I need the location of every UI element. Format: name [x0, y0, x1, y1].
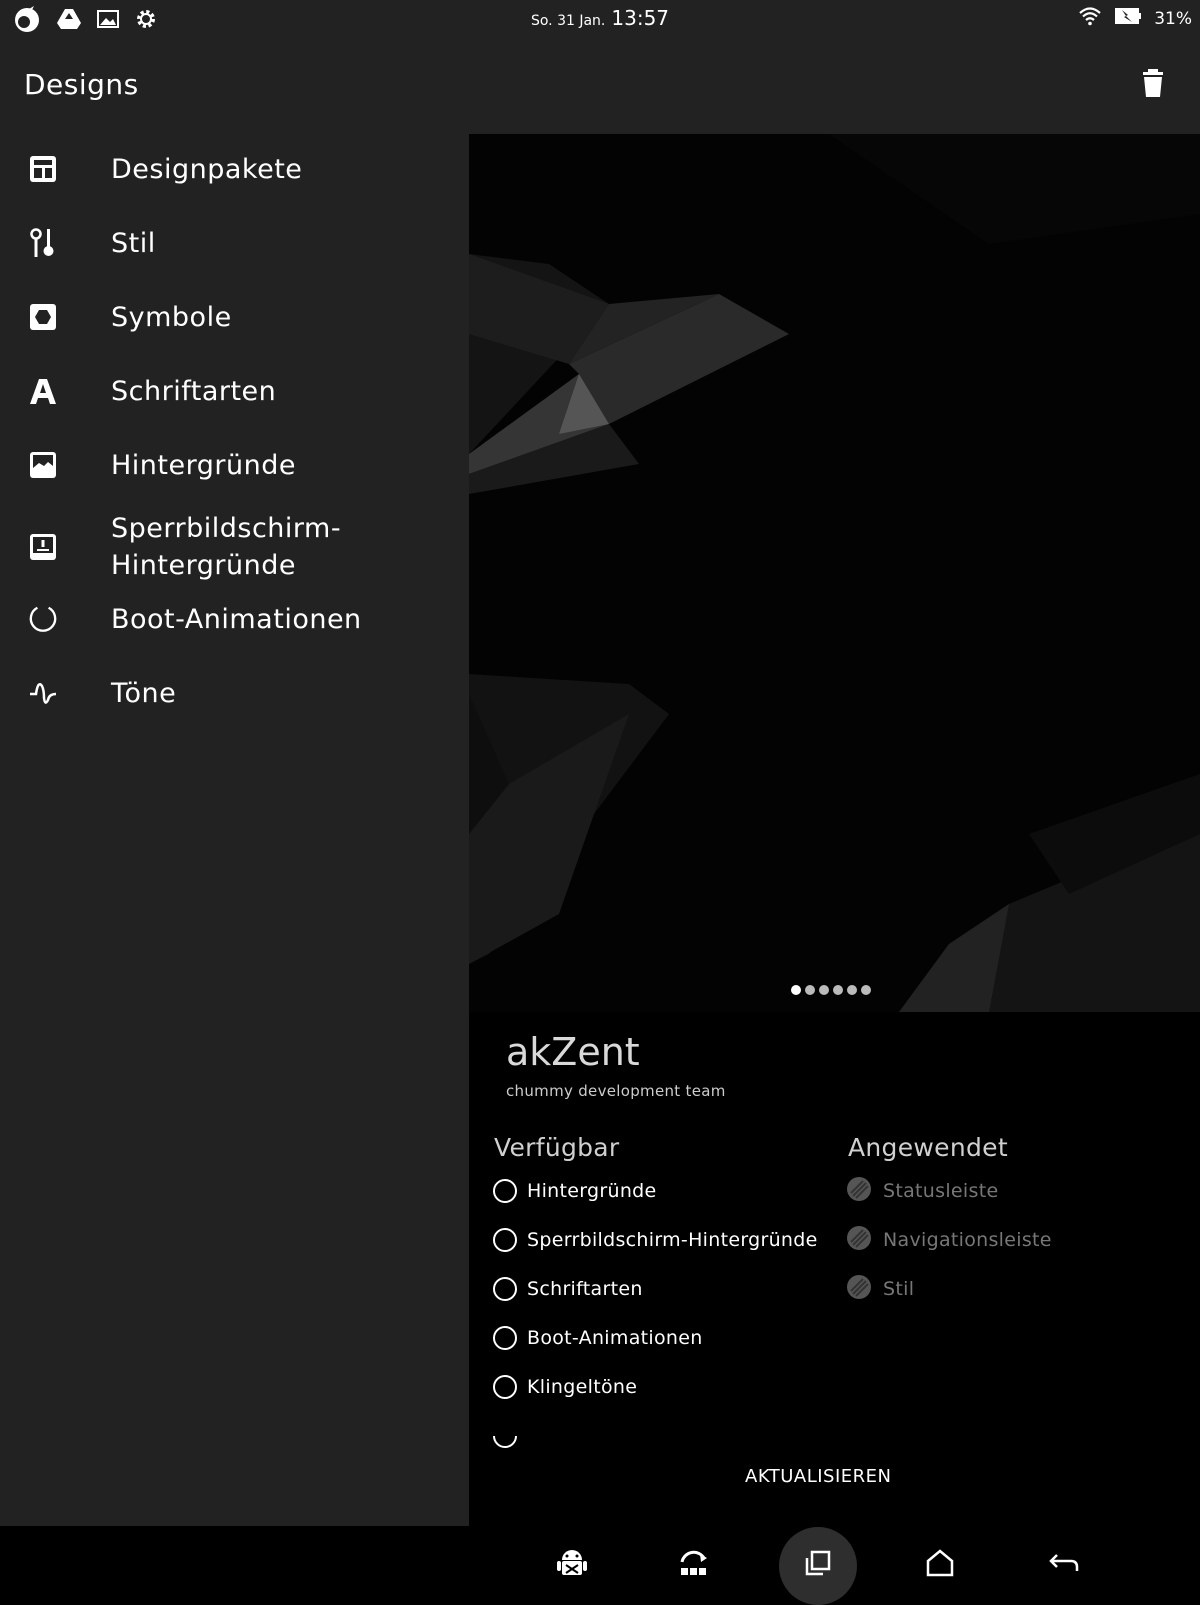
option-label: Sperrbildschirm-Hintergründe	[527, 1229, 818, 1251]
drawer-item-label: Sperrbildschirm- Hintergründe	[111, 513, 342, 581]
drawer-item-label: Boot-Animationen	[111, 603, 362, 635]
android-icon[interactable]	[550, 1526, 594, 1600]
preview-polygon-art	[469, 134, 1200, 1012]
drawer-item-sperrbildschirm-hintergruende[interactable]: Sperrbildschirm- Hintergründe	[0, 504, 469, 590]
drawer-item-label: Symbole	[111, 301, 232, 333]
option-label: Navigationsleiste	[883, 1229, 1052, 1251]
option-label: Boot-Animationen	[527, 1327, 703, 1349]
battery-icon	[1114, 6, 1142, 31]
drawer-item-symbole[interactable]: Symbole	[0, 282, 469, 352]
page-dot[interactable]	[805, 985, 815, 995]
drawer-item-stil[interactable]: Stil	[0, 208, 469, 278]
drawer-item-hintergruende[interactable]: Hintergründe	[0, 430, 469, 500]
drawer-item-designpakete[interactable]: Designpakete	[0, 134, 469, 204]
applied-check-icon	[845, 1273, 873, 1305]
battery-percent: 31%	[1154, 8, 1192, 29]
theme-preview-image[interactable]	[469, 134, 1200, 1012]
page-dot[interactable]	[819, 985, 829, 995]
option-label: Klingeltöne	[527, 1376, 638, 1398]
navigation-drawer: Designpakete Stil Symbole Schriftarten H…	[0, 134, 469, 1526]
applied-option-statusleiste: Statusleiste	[845, 1175, 998, 1207]
status-date: So. 31 Jan.	[530, 13, 606, 29]
applied-check-icon	[845, 1224, 873, 1256]
navigation-bar	[0, 1526, 1200, 1600]
rotate-icon[interactable]	[672, 1526, 716, 1600]
wallpaper-icon	[28, 450, 58, 480]
available-option-boot-animationen[interactable]: Boot-Animationen	[493, 1322, 703, 1354]
option-label: Hintergründe	[527, 1180, 657, 1202]
back-icon[interactable]	[1042, 1526, 1086, 1600]
available-option-schriftarten[interactable]: Schriftarten	[493, 1273, 643, 1305]
theme-name: akZent	[506, 1030, 640, 1074]
page-dot[interactable]	[847, 985, 857, 995]
wifi-icon	[1078, 6, 1102, 31]
icons-icon	[28, 302, 58, 332]
available-option-klingeltoene[interactable]: Klingeltöne	[493, 1371, 637, 1403]
drawer-item-label: Hintergründe	[111, 449, 296, 481]
drawer-item-label: Stil	[111, 227, 156, 259]
home-icon[interactable]	[918, 1526, 962, 1600]
update-button[interactable]: AKTUALISIEREN	[745, 1466, 925, 1496]
available-option-sperrbildschirm[interactable]: Sperrbildschirm-Hintergründe	[493, 1224, 818, 1256]
page-title: Designs	[24, 68, 139, 101]
status-time: 13:57	[611, 6, 670, 30]
page-dot[interactable]	[833, 985, 843, 995]
available-option-hintergruende[interactable]: Hintergründe	[493, 1175, 657, 1207]
drawer-item-label: Schriftarten	[111, 375, 277, 407]
lockscreen-wallpaper-icon	[28, 532, 58, 562]
option-label: Stil	[883, 1278, 915, 1300]
drawer-item-boot-animationen[interactable]: Boot-Animationen	[0, 584, 469, 654]
theme-author: chummy development team	[506, 1082, 726, 1100]
option-label: Statusleiste	[883, 1180, 999, 1202]
clock: So. 31 Jan. 13:57	[0, 6, 1200, 30]
sounds-icon	[28, 678, 58, 708]
drawer-item-label: Töne	[111, 677, 177, 709]
page-dot[interactable]	[861, 985, 871, 995]
page-indicator[interactable]	[791, 985, 871, 995]
radio-button[interactable]	[493, 1375, 517, 1399]
recents-icon[interactable]	[796, 1526, 840, 1600]
applied-option-navigationsleiste: Navigationsleiste	[845, 1224, 1052, 1256]
page-dot[interactable]	[791, 985, 801, 995]
applied-option-stil: Stil	[845, 1273, 914, 1305]
trash-icon[interactable]	[1142, 68, 1164, 102]
applied-check-icon	[845, 1175, 873, 1207]
list-scroll-fade	[469, 1400, 1200, 1436]
drawer-item-toene[interactable]: Töne	[0, 658, 469, 728]
applied-heading: Angewendet	[848, 1133, 1008, 1162]
status-bar: So. 31 Jan. 13:57 31%	[0, 0, 1200, 38]
drawer-item-schriftarten[interactable]: Schriftarten	[0, 356, 469, 426]
radio-button[interactable]	[493, 1277, 517, 1301]
font-icon	[28, 376, 58, 406]
app-bar: Designs	[0, 38, 1200, 135]
radio-button[interactable]	[493, 1179, 517, 1203]
radio-button[interactable]	[493, 1228, 517, 1252]
theme-pack-icon	[28, 154, 58, 184]
style-icon	[28, 228, 58, 258]
boot-animation-icon	[28, 604, 58, 634]
option-label: Schriftarten	[527, 1278, 643, 1300]
drawer-item-label: Designpakete	[111, 153, 303, 185]
available-heading: Verfügbar	[494, 1133, 620, 1162]
radio-button[interactable]	[493, 1326, 517, 1350]
